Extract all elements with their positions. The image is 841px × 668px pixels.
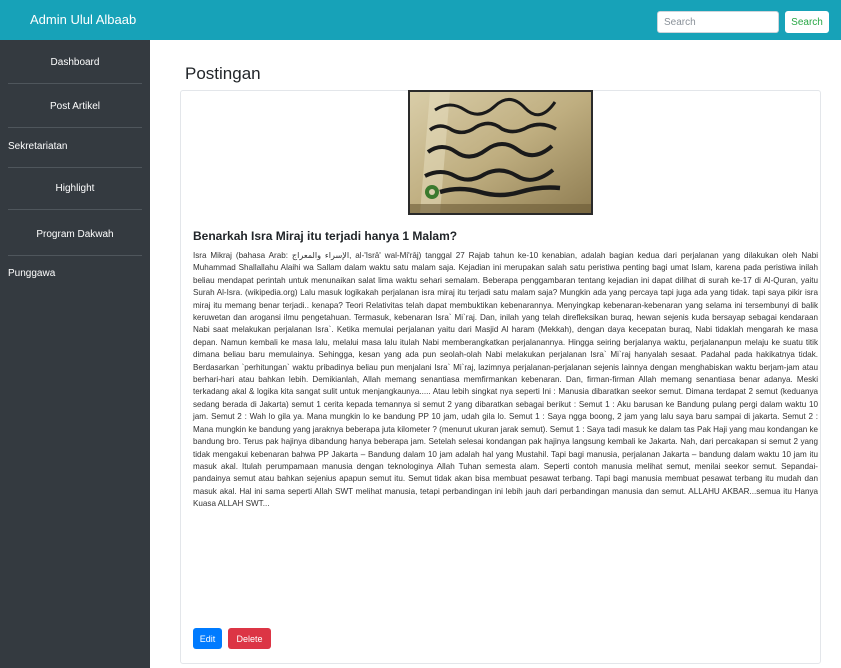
delete-button[interactable]: Delete <box>228 628 271 649</box>
top-navbar: Admin Ulul Albaab Search <box>0 0 841 40</box>
edit-button[interactable]: Edit <box>193 628 222 649</box>
sidebar-item-post-artikel[interactable]: Post Artikel <box>8 86 142 128</box>
sidebar-item-label: Program Dakwah <box>36 229 114 240</box>
search-button[interactable]: Search <box>785 11 829 33</box>
post-image <box>408 90 593 215</box>
brand-title[interactable]: Admin Ulul Albaab <box>30 12 136 27</box>
sidebar-item-label: Post Artikel <box>49 101 101 112</box>
sidebar-item-label: Dashboard <box>50 57 100 68</box>
search-input[interactable] <box>657 11 779 33</box>
sidebar-item-program-dakwah[interactable]: Program Dakwah <box>8 214 142 256</box>
post-title: Benarkah Isra Miraj itu terjadi hanya 1 … <box>193 229 458 243</box>
quran-verse-image-icon <box>410 92 591 213</box>
page-title: Postingan <box>185 64 261 83</box>
sidebar-item-highlight[interactable]: Highlight <box>8 168 142 210</box>
post-body: Isra Mikraj (bahasa Arab: الإسراء والمعر… <box>193 251 819 509</box>
sidebar-item-sekretariatan[interactable]: Sekretariatan <box>8 126 142 168</box>
sidebar-item-punggawa[interactable]: Punggawa <box>8 253 142 295</box>
sidebar-item-label: Punggawa <box>8 268 56 279</box>
sidebar: Dashboard Post Artikel Sekretariatan Hig… <box>0 40 150 668</box>
sidebar-item-label: Highlight <box>55 183 95 194</box>
sidebar-item-label: Sekretariatan <box>8 141 68 152</box>
sidebar-item-dashboard[interactable]: Dashboard <box>8 42 142 84</box>
